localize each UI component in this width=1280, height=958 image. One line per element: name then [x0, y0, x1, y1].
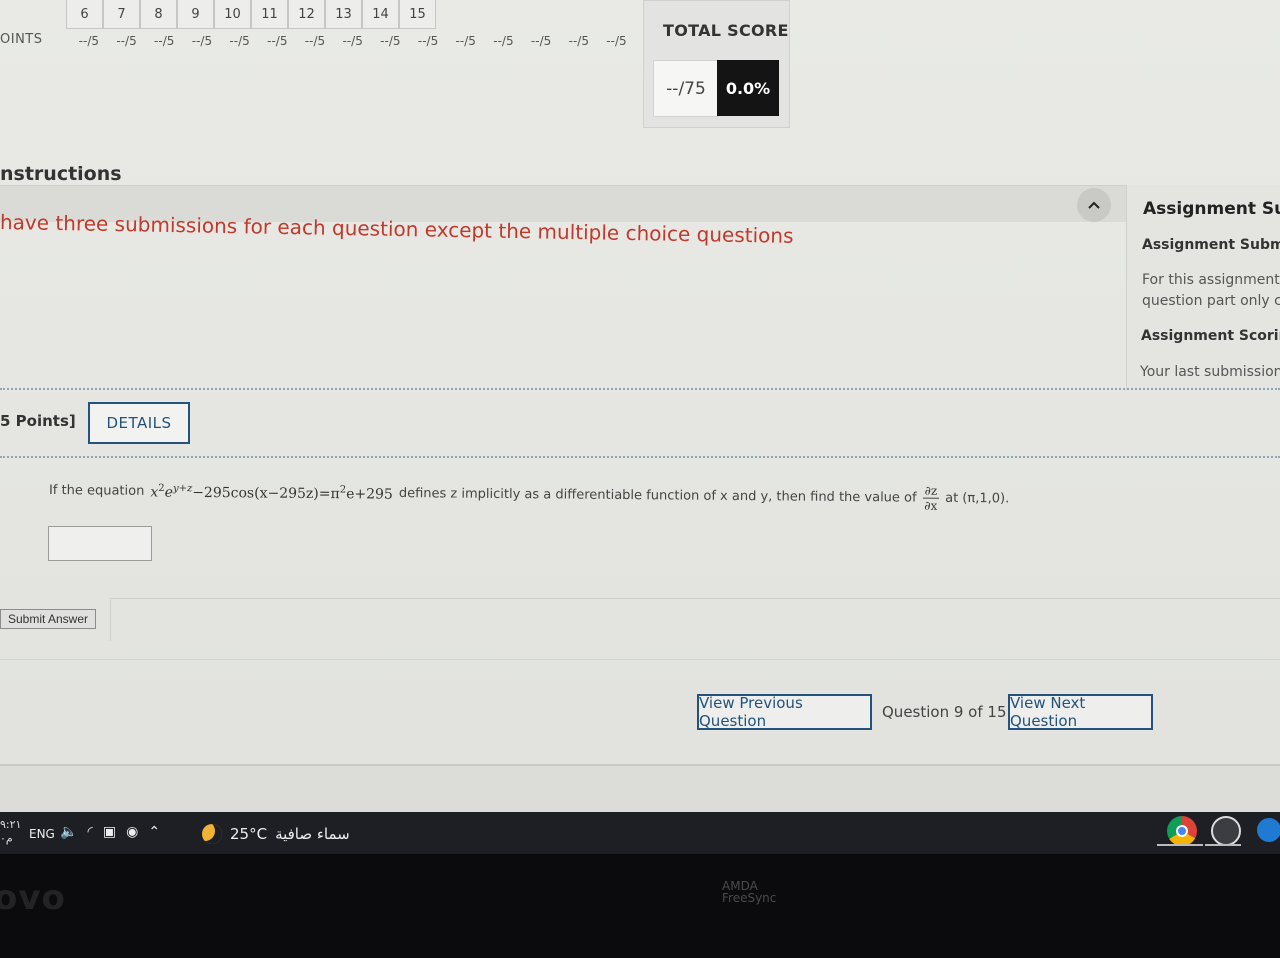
side-panel-text: Your last submission i: [1140, 364, 1280, 380]
volume-icon[interactable]: 🔈: [60, 824, 77, 840]
question-position: Question 9 of 15: [882, 703, 1007, 721]
weather-widget[interactable]: 25°C سماء صافية: [202, 824, 350, 844]
question-points: --/5: [417, 34, 439, 48]
total-score-box: TOTAL SCORE --/75 0.0%: [643, 0, 790, 128]
question-points: --/5: [154, 34, 175, 48]
question-points: --/5: [191, 34, 213, 48]
side-panel-text: question part only cha: [1142, 293, 1280, 309]
question-number-cell[interactable]: 13: [325, 0, 362, 29]
question-number-cell[interactable]: 14: [362, 0, 399, 29]
weather-description: سماء صافية: [275, 825, 350, 843]
collapse-instructions-button[interactable]: [1077, 188, 1111, 222]
monitor-bezel: [0, 854, 1280, 958]
question-number-row: 6 7 8 9 10 11 12 13 14 15: [66, 0, 436, 30]
overwolf-icon[interactable]: [1211, 816, 1241, 846]
side-panel-title: Assignment Subm: [1143, 199, 1280, 219]
question-points: --/5: [455, 34, 476, 48]
page-footer-band: [0, 764, 1280, 812]
question-text-start: If the equation: [48, 483, 145, 499]
freesync-badge: AMDA FreeSync: [722, 879, 777, 905]
question-number-cell[interactable]: 15: [399, 0, 436, 29]
question-points: --/5: [116, 34, 137, 48]
active-app-indicator: [1157, 844, 1203, 846]
view-next-question-button[interactable]: View Next Question: [1008, 694, 1153, 730]
points-row-label: OINTS: [0, 32, 43, 47]
divider: [0, 659, 1280, 660]
question-number-cell[interactable]: 8: [140, 0, 177, 29]
question-number-cell[interactable]: 10: [214, 0, 251, 29]
question-points: --/5: [380, 34, 401, 48]
divider: [0, 388, 1280, 390]
meet-icon[interactable]: ▣: [103, 824, 116, 840]
points-row: --/5 --/5 --/5 --/5 --/5 --/5 --/5 --/5 …: [70, 34, 635, 48]
side-panel-subtitle: Assignment Submis: [1142, 237, 1280, 253]
assignment-submission-panel: Assignment Subm Assignment Submis For th…: [1126, 185, 1280, 390]
question-points: --/5: [304, 34, 326, 48]
windows-taskbar: ٩:٢١ م٠ ENG 🔈 ◜ ▣ ◉ ⌃ 25°C سماء صافية: [0, 812, 1280, 854]
question-number-cell[interactable]: 9: [177, 0, 214, 29]
question-points-label: 5 Points]: [0, 412, 76, 430]
divider: [0, 456, 1280, 458]
submission-area: [110, 598, 1280, 641]
question-text-middle: defines z implicitly as a differentiable…: [398, 486, 917, 506]
question-points: --/5: [267, 34, 288, 48]
monitor-brand-logo: ovo: [0, 878, 66, 918]
question-points: --/5: [493, 34, 514, 48]
question-number-cell[interactable]: 11: [251, 0, 288, 29]
system-tray: 🔈 ◜ ▣ ◉ ⌃: [60, 824, 160, 840]
question-number-cell[interactable]: 7: [103, 0, 140, 29]
question-points: --/5: [568, 34, 589, 48]
weather-temperature: 25°C: [230, 825, 268, 843]
side-panel-subtitle: Assignment Scoring: [1141, 328, 1280, 344]
question-number-cell[interactable]: 6: [66, 0, 103, 29]
question-points: --/5: [229, 34, 250, 48]
language-indicator[interactable]: ENG: [29, 827, 55, 841]
details-button[interactable]: DETAILS: [88, 402, 190, 444]
view-previous-question-button[interactable]: View Previous Question: [697, 694, 872, 730]
record-icon[interactable]: ◉: [126, 824, 138, 840]
active-app-indicator: [1205, 844, 1241, 846]
question-points: --/5: [530, 34, 552, 48]
total-score-percent: 0.0%: [717, 60, 779, 116]
taskbar-clock[interactable]: ٩:٢١ م٠: [0, 818, 21, 846]
total-score-value: --/75: [653, 60, 719, 117]
question-points: --/5: [342, 34, 363, 48]
wifi-icon[interactable]: ◜: [87, 824, 92, 840]
browser-content: 6 7 8 9 10 11 12 13 14 15 OINTS --/5 --/…: [0, 0, 1280, 812]
chrome-icon[interactable]: [1167, 816, 1197, 846]
question-number-cell[interactable]: 12: [288, 0, 325, 29]
partial-derivative: ∂z ∂x: [922, 483, 940, 513]
moon-icon: [202, 824, 222, 844]
total-score-title: TOTAL SCORE: [663, 21, 789, 40]
question-points: --/5: [78, 34, 100, 48]
equation: x2ey+z−295cos(x−295z)=π2e+295: [150, 482, 393, 503]
answer-input[interactable]: [48, 526, 152, 561]
edge-icon[interactable]: [1257, 818, 1280, 842]
chevron-up-icon[interactable]: ⌃: [148, 824, 160, 840]
question-text-end: at (π,1,0).: [945, 490, 1010, 507]
submit-answer-button[interactable]: Submit Answer: [0, 609, 96, 629]
instructions-title: nstructions: [0, 163, 122, 185]
chevron-up-icon: [1088, 201, 1100, 209]
side-panel-text: For this assignment, y: [1142, 272, 1280, 288]
question-text: If the equation x2ey+z−295cos(x−295z)=π2…: [49, 476, 1009, 513]
question-points: --/5: [606, 34, 627, 48]
